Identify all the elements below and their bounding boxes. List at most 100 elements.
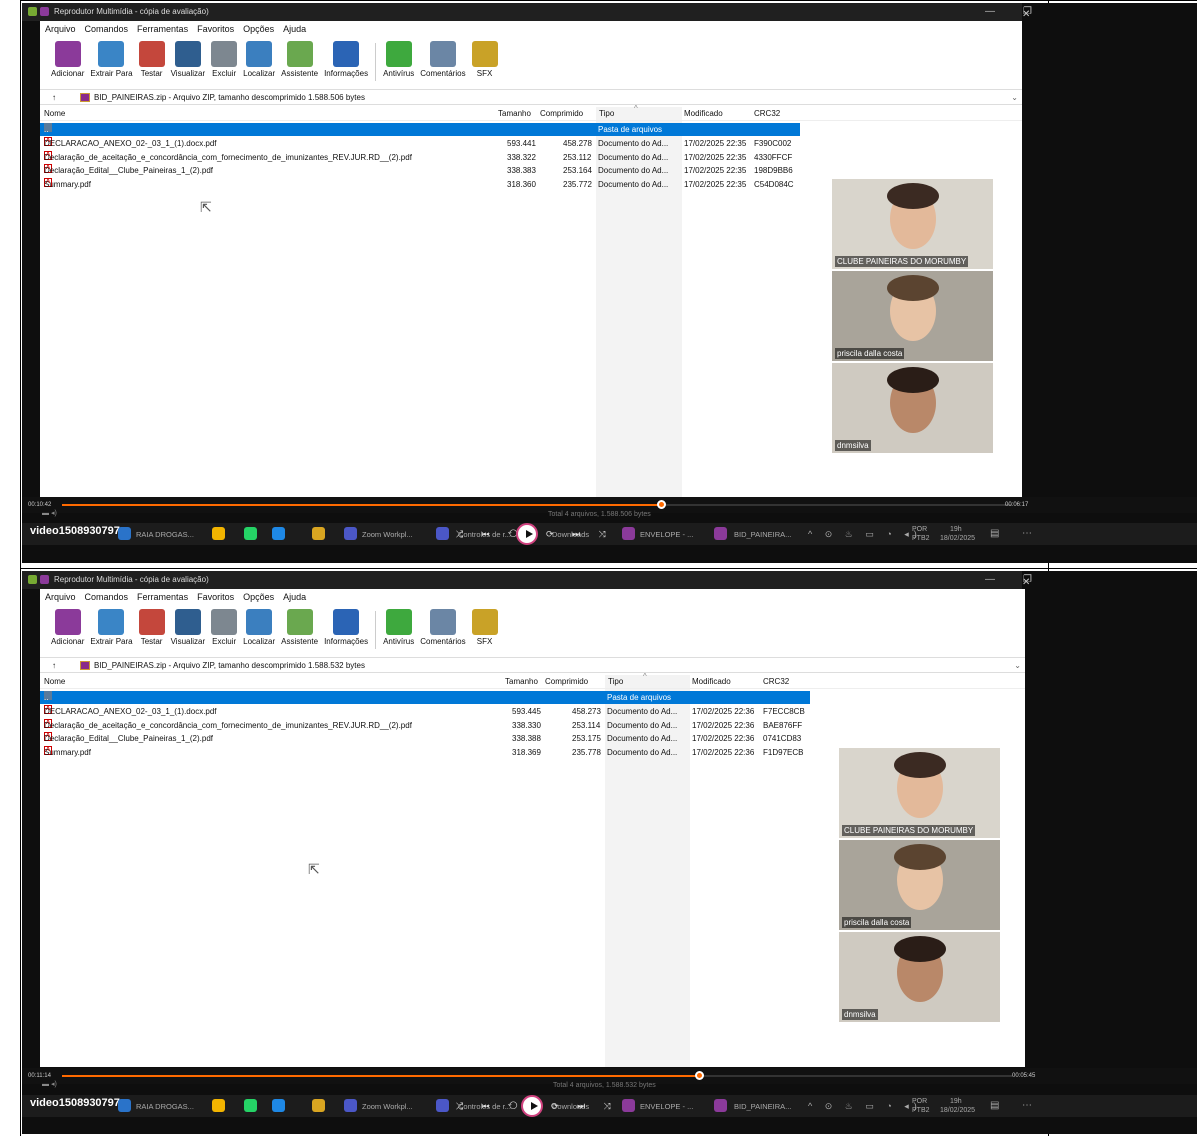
table-row[interactable]: A DECLARACAO_ANEXO_02-_03_1_(1).docx.pdf 5… bbox=[40, 705, 1025, 718]
menu-item[interactable]: Opções bbox=[243, 21, 274, 37]
volume-icon[interactable]: ▬ ◂) bbox=[42, 509, 57, 517]
menu-item[interactable]: Arquivo bbox=[45, 589, 76, 605]
close-button[interactable]: ✕ bbox=[1022, 9, 1030, 20]
minimize-button[interactable]: — bbox=[985, 571, 995, 589]
toolbar-button-informaes[interactable]: Informações bbox=[321, 37, 371, 87]
toolbar-button-comentrios[interactable]: Comentários bbox=[417, 37, 468, 87]
toolbar-button-assistente[interactable]: Assistente bbox=[278, 605, 321, 655]
notifications-icon[interactable]: ▤ bbox=[990, 528, 999, 539]
browser-icon[interactable] bbox=[118, 1099, 131, 1112]
column-header-nome[interactable]: Nome bbox=[44, 675, 65, 689]
column-header-comprimido[interactable]: Comprimido bbox=[540, 107, 583, 121]
toolbar-button-antivrus[interactable]: Antivírus bbox=[380, 37, 417, 87]
messenger-icon[interactable] bbox=[272, 1099, 285, 1112]
zoom-workplace-taskbar-item[interactable]: Zoom Workpl... bbox=[362, 530, 413, 539]
play-button[interactable] bbox=[516, 523, 538, 545]
chrome-icon[interactable] bbox=[212, 1099, 225, 1112]
timeline-scrubber[interactable] bbox=[656, 500, 666, 509]
pharmacy-taskbar-item[interactable]: RAIA DROGAS... bbox=[136, 1102, 194, 1111]
toolbar-button-antivrus[interactable]: Antivírus bbox=[380, 605, 417, 655]
toolbar-button-testar[interactable]: Testar bbox=[136, 605, 168, 655]
chrome-icon[interactable] bbox=[212, 527, 225, 540]
toolbar-button-excluir[interactable]: Excluir bbox=[208, 37, 240, 87]
column-header-tipo[interactable]: Tipo bbox=[599, 107, 614, 121]
address-bar[interactable]: ↑ BID_PAINEIRAS.zip - Arquivo ZIP, tamanh… bbox=[40, 657, 1025, 673]
toolbar-button-localizar[interactable]: Localizar bbox=[240, 37, 278, 87]
zoom-workplace-icon[interactable] bbox=[344, 527, 357, 540]
pharmacy-taskbar-item[interactable]: RAIA DROGAS... bbox=[136, 530, 194, 539]
whatsapp-icon[interactable] bbox=[244, 1099, 257, 1112]
menu-item[interactable]: Ferramentas bbox=[137, 21, 188, 37]
notifications-icon[interactable]: ▤ bbox=[990, 1100, 999, 1111]
toolbar-button-testar[interactable]: Testar bbox=[136, 37, 168, 87]
toolbar-button-localizar[interactable]: Localizar bbox=[240, 605, 278, 655]
toolbar-button-extrairpara[interactable]: Extrair Para bbox=[87, 37, 135, 87]
menu-item[interactable]: Favoritos bbox=[197, 21, 234, 37]
list-item-parent-folder[interactable]: .. Pasta de arquivos bbox=[40, 691, 810, 704]
browser-icon[interactable] bbox=[118, 527, 131, 540]
envelope-taskbar-item[interactable]: ENVELOPE - ... bbox=[640, 530, 693, 539]
bid-paineiras-taskbar-item[interactable]: BID_PAINEIRA... bbox=[734, 530, 791, 539]
bid-paineiras-icon[interactable] bbox=[714, 1099, 727, 1112]
toolbar-button-visualizar[interactable]: Visualizar bbox=[168, 37, 209, 87]
keyboard-language[interactable]: POR bbox=[912, 526, 927, 533]
column-header-modificado[interactable]: Modificado bbox=[684, 107, 723, 121]
toolbar-button-assistente[interactable]: Assistente bbox=[278, 37, 321, 87]
bid-paineiras-taskbar-item[interactable]: BID_PAINEIRA... bbox=[734, 1102, 791, 1111]
keyboard-language[interactable]: POR bbox=[912, 1098, 927, 1105]
toolbar-button-excluir[interactable]: Excluir bbox=[208, 605, 240, 655]
more-options-icon[interactable]: ⋯ bbox=[1022, 528, 1032, 539]
column-header-nome[interactable]: Nome bbox=[44, 107, 65, 121]
toolbar-button-extrairpara[interactable]: Extrair Para bbox=[87, 605, 135, 655]
whatsapp-icon[interactable] bbox=[244, 527, 257, 540]
toolbar-button-informaes[interactable]: Informações bbox=[321, 605, 371, 655]
table-row[interactable]: A Declaração_de_aceitação_e_concordância_… bbox=[40, 718, 1025, 732]
zoom-controls-icon[interactable] bbox=[436, 527, 449, 540]
envelope-taskbar-item[interactable]: ENVELOPE - ... bbox=[640, 1102, 693, 1111]
table-row[interactable]: A Declaração_de_aceitação_e_concordância_… bbox=[40, 150, 1022, 164]
chevron-down-icon[interactable]: ⌄ bbox=[1011, 90, 1018, 105]
column-header-tamanho[interactable]: Tamanho bbox=[505, 675, 538, 689]
more-options-icon[interactable]: ⋯ bbox=[1022, 1100, 1032, 1111]
column-header-crc32[interactable]: CRC32 bbox=[763, 675, 789, 689]
volume-icon[interactable]: ▬ ◂) bbox=[42, 1080, 57, 1088]
chevron-down-icon[interactable]: ⌄ bbox=[1014, 658, 1021, 673]
menu-item[interactable]: Ajuda bbox=[283, 21, 306, 37]
file-explorer-icon[interactable] bbox=[312, 1099, 325, 1112]
toolbar-button-adicionar[interactable]: Adicionar bbox=[48, 37, 87, 87]
toolbar-button-sfx[interactable]: SFX bbox=[469, 37, 501, 87]
column-header-tipo[interactable]: Tipo bbox=[608, 675, 623, 689]
toolbar-button-adicionar[interactable]: Adicionar bbox=[48, 605, 87, 655]
list-item-parent-folder[interactable]: .. Pasta de arquivos bbox=[40, 123, 800, 136]
toolbar-button-sfx[interactable]: SFX bbox=[469, 605, 501, 655]
file-explorer-icon[interactable] bbox=[312, 527, 325, 540]
menu-item[interactable]: Favoritos bbox=[197, 589, 234, 605]
menu-item[interactable]: Ajuda bbox=[283, 589, 306, 605]
column-header-tamanho[interactable]: Tamanho bbox=[498, 107, 531, 121]
up-arrow-icon[interactable]: ↑ bbox=[52, 90, 56, 105]
close-button[interactable]: ✕ bbox=[1022, 577, 1030, 588]
zoom-controls-icon[interactable] bbox=[436, 1099, 449, 1112]
menu-item[interactable]: Arquivo bbox=[45, 21, 76, 37]
column-header-crc32[interactable]: CRC32 bbox=[754, 107, 780, 121]
table-row[interactable]: A Declaração_Edital__Clube_Paineiras_1_(2… bbox=[40, 164, 1022, 177]
menu-item[interactable]: Ferramentas bbox=[137, 589, 188, 605]
menu-item[interactable]: Comandos bbox=[85, 21, 129, 37]
messenger-icon[interactable] bbox=[272, 527, 285, 540]
up-arrow-icon[interactable]: ↑ bbox=[52, 658, 56, 673]
menu-item[interactable]: Comandos bbox=[85, 589, 129, 605]
table-row[interactable]: A Declaração_Edital__Clube_Paineiras_1_(2… bbox=[40, 732, 1025, 745]
minimize-button[interactable]: — bbox=[985, 3, 995, 21]
envelope-icon[interactable] bbox=[622, 527, 635, 540]
envelope-icon[interactable] bbox=[622, 1099, 635, 1112]
timeline-scrubber[interactable] bbox=[694, 1071, 704, 1080]
column-header-modificado[interactable]: Modificado bbox=[692, 675, 731, 689]
address-bar[interactable]: ↑ BID_PAINEIRAS.zip - Arquivo ZIP, tamanh… bbox=[40, 89, 1022, 105]
bid-paineiras-icon[interactable] bbox=[714, 527, 727, 540]
zoom-workplace-taskbar-item[interactable]: Zoom Workpl... bbox=[362, 1102, 413, 1111]
table-row[interactable]: A DECLARACAO_ANEXO_02-_03_1_(1).docx.pdf 5… bbox=[40, 137, 1022, 150]
toolbar-button-comentrios[interactable]: Comentários bbox=[417, 605, 468, 655]
zoom-workplace-icon[interactable] bbox=[344, 1099, 357, 1112]
play-button[interactable] bbox=[521, 1095, 543, 1117]
menu-item[interactable]: Opções bbox=[243, 589, 274, 605]
